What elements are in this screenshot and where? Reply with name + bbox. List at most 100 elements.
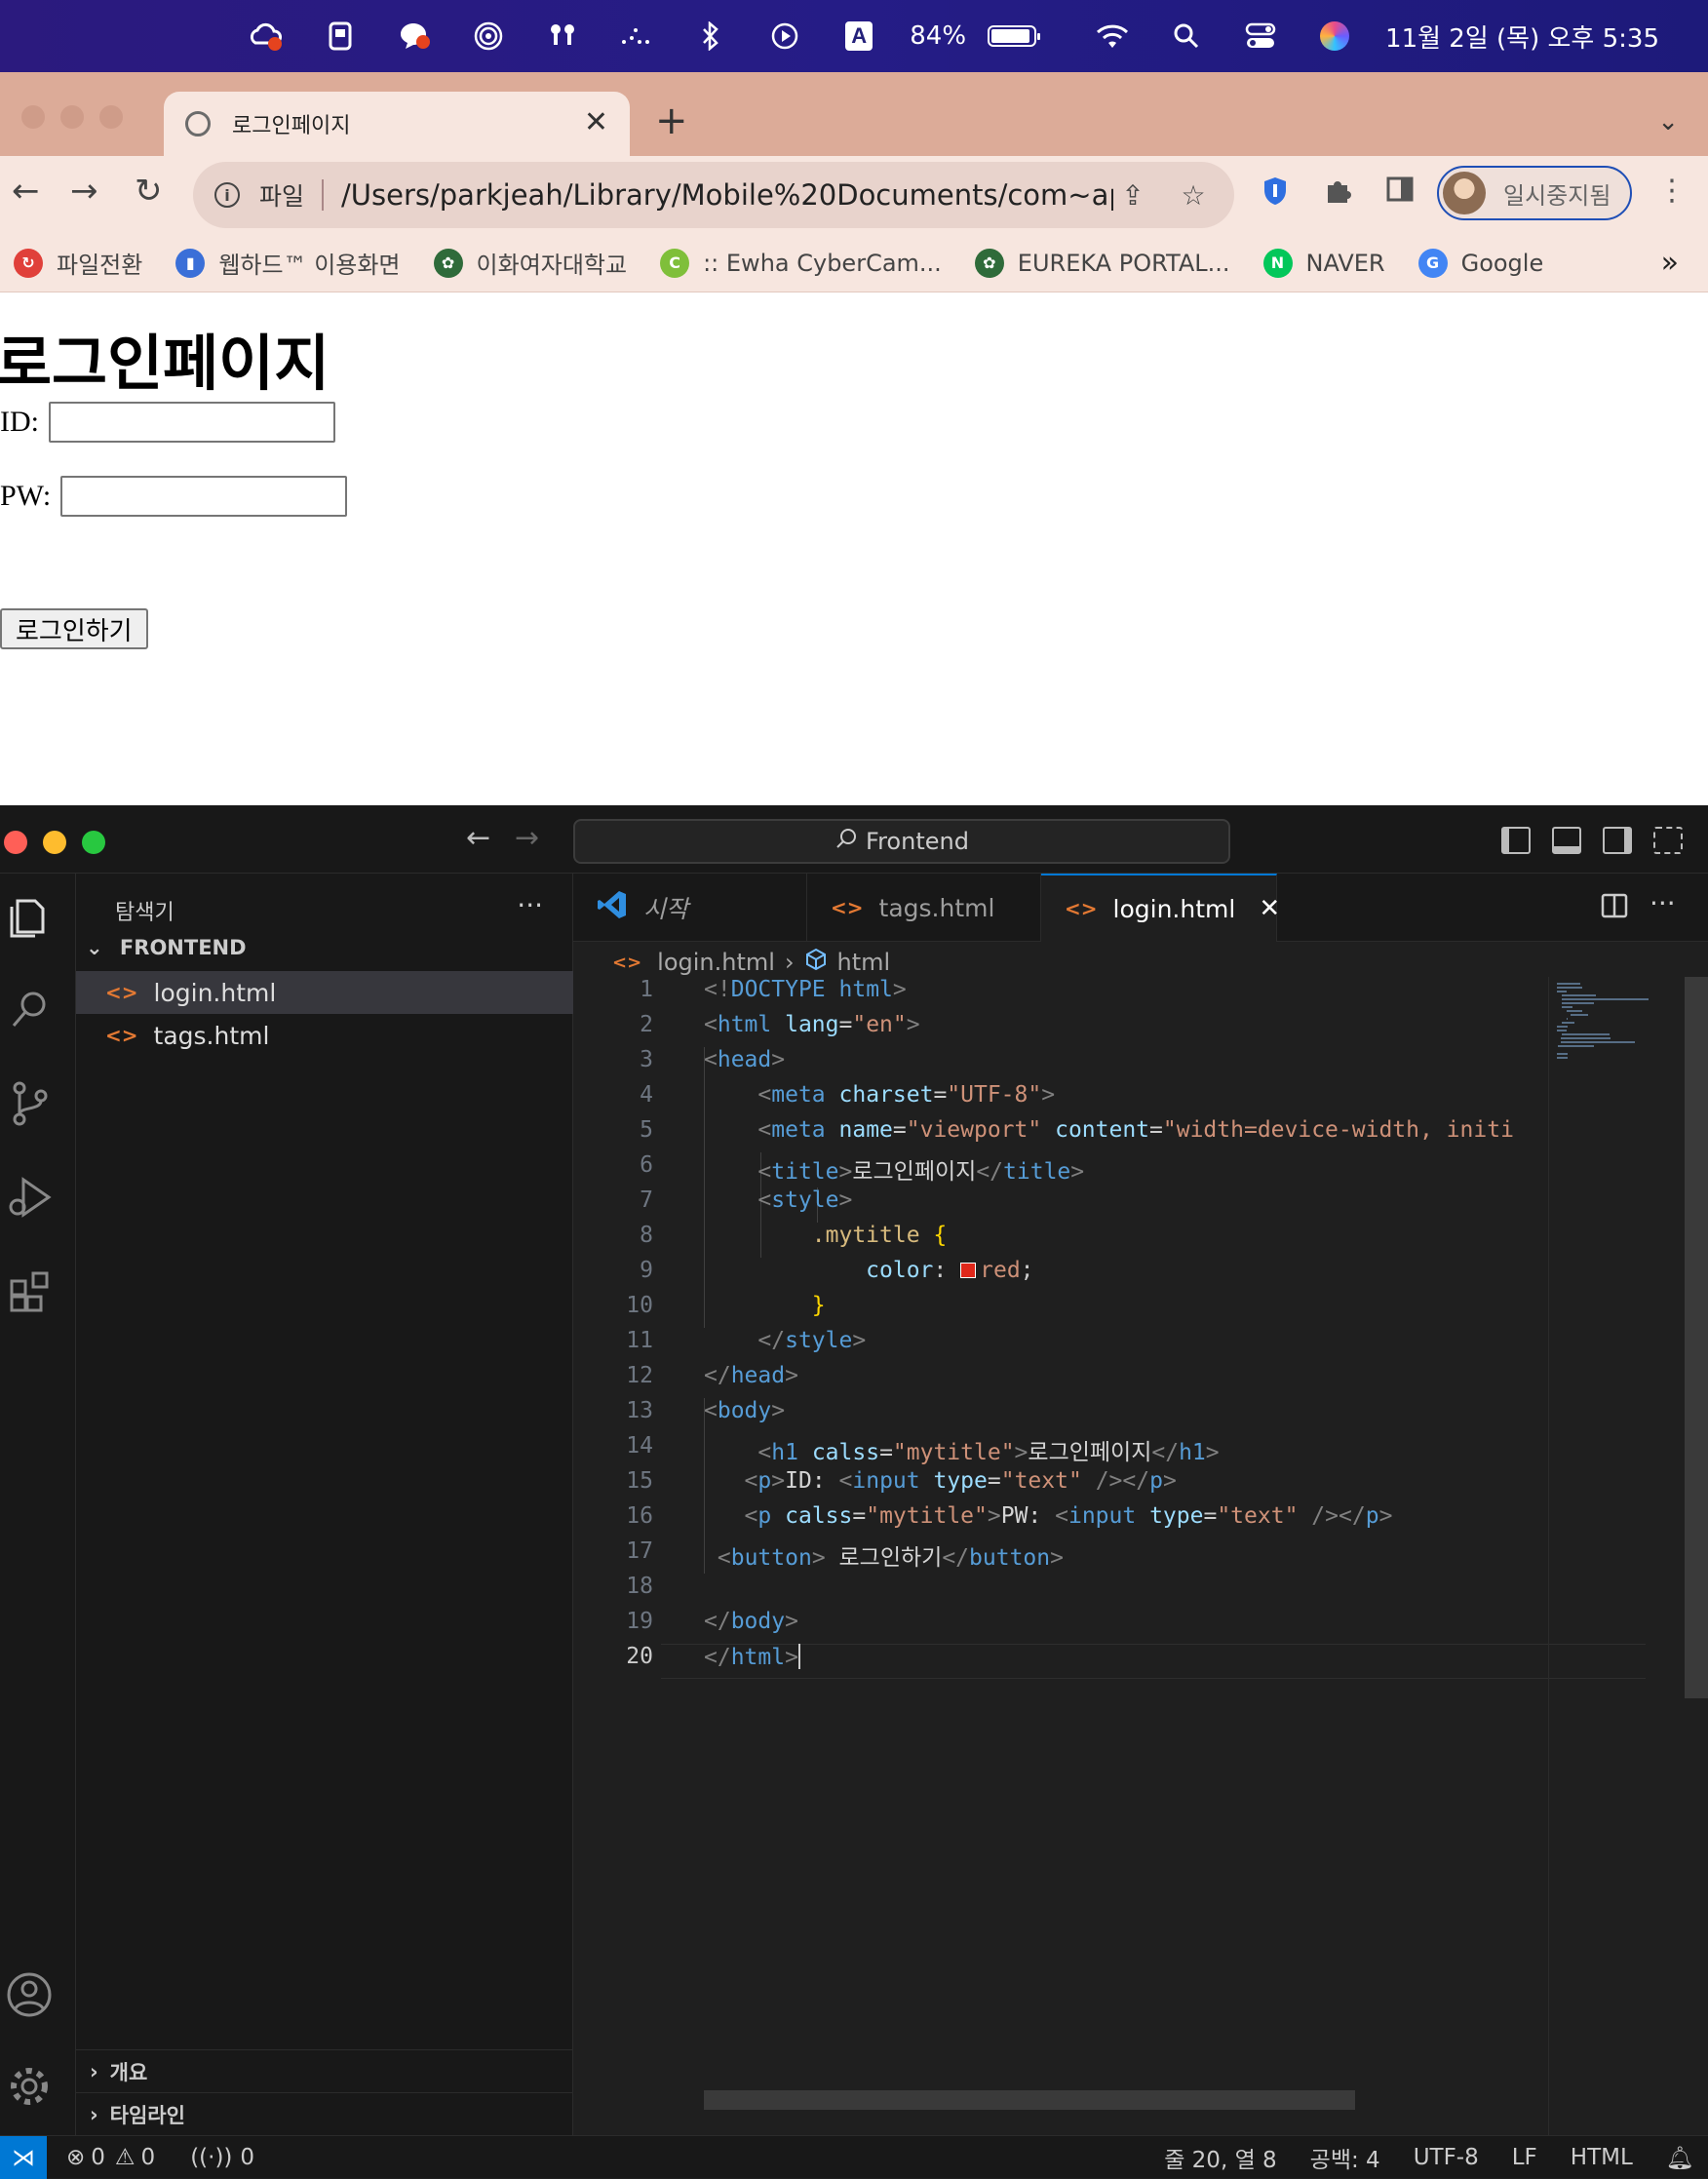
minimap[interactable] xyxy=(1548,977,1685,2135)
accounts-icon[interactable] xyxy=(0,1965,58,2024)
cursor-position[interactable]: 줄 20, 열 8 xyxy=(1164,2141,1276,2174)
command-center-search[interactable]: Frontend xyxy=(573,819,1230,864)
bookmarks-overflow-button[interactable]: » xyxy=(1661,246,1679,280)
login-button[interactable]: 로그인하기 xyxy=(0,608,148,649)
bookmark-item[interactable]: ↻ 파일전환 xyxy=(14,246,142,280)
run-debug-icon[interactable] xyxy=(0,1168,58,1226)
manage-gear-icon[interactable] xyxy=(0,2057,58,2116)
timeline-section[interactable]: › 타임라인 xyxy=(76,2092,573,2135)
bookmark-item[interactable]: ✿ 이화여자대학교 xyxy=(433,246,627,280)
customize-layout-icon[interactable] xyxy=(1653,827,1683,854)
webhard-icon: ▮ xyxy=(175,248,206,278)
source-control-icon[interactable] xyxy=(0,1074,58,1133)
bookmark-item[interactable]: C:: Ewha CyberCam... xyxy=(660,248,942,278)
tab-close-icon[interactable]: ✕ xyxy=(584,105,608,139)
scrollbar-thumb[interactable] xyxy=(1685,977,1708,1698)
tab-search-chevron-icon[interactable]: ⌄ xyxy=(1657,107,1679,136)
spotlight-icon[interactable] xyxy=(1169,19,1204,54)
split-editor-icon[interactable] xyxy=(1601,893,1628,922)
browser-tab-active[interactable]: 로그인페이지 ✕ xyxy=(164,92,630,156)
toggle-primary-sidebar-icon[interactable] xyxy=(1501,827,1531,854)
vscode-title-bar: ← → Frontend xyxy=(0,805,1708,874)
remote-indicator-icon[interactable]: ⋊ xyxy=(0,2135,47,2179)
play-icon[interactable] xyxy=(767,19,802,54)
window-close-button[interactable] xyxy=(21,105,45,129)
new-tab-button[interactable]: + xyxy=(655,101,688,140)
line-number: 13 xyxy=(626,1398,653,1423)
explorer-title: 탐색기 xyxy=(115,901,175,925)
vscode-forward-icon[interactable]: → xyxy=(515,821,539,855)
side-panel-icon[interactable] xyxy=(1386,175,1414,210)
problems-indicator[interactable]: ⊗ 0 ⚠ 0 xyxy=(66,2145,155,2170)
breadcrumb-symbol[interactable]: html xyxy=(837,949,891,976)
battery-level xyxy=(991,29,1029,43)
bookmark-item[interactable]: G Google xyxy=(1417,248,1543,278)
window-minimize-button[interactable] xyxy=(60,105,84,129)
forward-arrow-icon[interactable]: → xyxy=(70,172,98,211)
editor-more-actions-icon[interactable]: ··· xyxy=(1650,887,1676,919)
battery-icon[interactable] xyxy=(988,25,1041,47)
airpods-icon[interactable] xyxy=(545,19,580,54)
reload-icon[interactable]: ↻ xyxy=(135,172,163,211)
outline-section[interactable]: › 개요 xyxy=(76,2049,573,2092)
notifications-bell-icon[interactable]: 🔔︎ xyxy=(1666,2145,1694,2171)
ports-indicator[interactable]: ((·)) 0 xyxy=(190,2145,254,2170)
window-zoom-button[interactable] xyxy=(99,105,123,129)
bookmark-item[interactable]: ✿ EUREKA PORTAL... xyxy=(974,248,1230,278)
vscode-close-button[interactable] xyxy=(4,831,27,854)
search-icon[interactable] xyxy=(0,981,58,1039)
breadcrumb-file[interactable]: login.html xyxy=(657,949,775,976)
vscode-back-icon[interactable]: ← xyxy=(466,821,490,855)
input-source-icon[interactable]: A xyxy=(841,19,876,54)
vscode-zoom-button[interactable] xyxy=(82,831,105,854)
toggle-panel-icon[interactable] xyxy=(1552,827,1581,854)
tab-welcome[interactable]: 시작 xyxy=(573,874,807,942)
workspace-folder[interactable]: ⌄ FRONTEND xyxy=(86,936,247,959)
vertical-scrollbar[interactable] xyxy=(1685,977,1708,2135)
menu-clock[interactable]: 11월 2일 (목) 오후 5:35 xyxy=(1385,19,1659,55)
encoding[interactable]: UTF-8 xyxy=(1414,2145,1479,2170)
clipboard-icon[interactable] xyxy=(323,19,358,54)
profile-button[interactable]: 일시중지됨 xyxy=(1437,166,1632,220)
messenger-icon[interactable] xyxy=(397,19,432,54)
explorer-more-actions-icon[interactable]: ··· xyxy=(517,889,543,921)
vscode-minimize-button[interactable] xyxy=(43,831,66,854)
airdrop-icon[interactable] xyxy=(471,19,506,54)
minimap-line xyxy=(1561,1002,1595,1004)
explorer-icon[interactable] xyxy=(0,887,58,946)
back-arrow-icon[interactable]: ← xyxy=(12,172,40,211)
minimap-line xyxy=(1560,1037,1611,1039)
id-input[interactable] xyxy=(49,402,335,443)
explorer-file-login[interactable]: <> login.html xyxy=(76,971,573,1014)
dots-icon[interactable] xyxy=(619,19,654,54)
wifi-icon[interactable] xyxy=(1095,19,1130,54)
address-bar[interactable]: i 파일 /Users/parkjeah/Library/Mobile%20Do… xyxy=(193,162,1234,228)
bookmark-item[interactable]: ▮ 웹하드™ 이용화면 xyxy=(175,246,401,280)
minimap-line xyxy=(1561,1006,1572,1008)
horizontal-scrollbar[interactable] xyxy=(704,2090,1355,2110)
site-info-icon[interactable]: i xyxy=(214,182,240,208)
extensions-puzzle-icon[interactable] xyxy=(1324,175,1353,213)
pw-input[interactable] xyxy=(60,476,348,517)
indentation[interactable]: 공백: 4 xyxy=(1310,2141,1380,2174)
tab-tags-html[interactable]: <> tags.html xyxy=(807,874,1041,942)
address-url[interactable]: /Users/parkjeah/Library/Mobile%20Documen… xyxy=(341,178,1113,212)
creative-cloud-icon[interactable] xyxy=(249,19,284,54)
tab-close-icon[interactable]: ✕ xyxy=(1259,894,1280,923)
tab-login-html[interactable]: <> login.html ✕ xyxy=(1041,874,1280,942)
share-icon[interactable]: ⇪ xyxy=(1113,179,1152,212)
end-of-line[interactable]: LF xyxy=(1512,2145,1537,2170)
bookmark-item[interactable]: N NAVER xyxy=(1262,248,1385,278)
shield-extension-icon[interactable] xyxy=(1262,175,1289,214)
battery-percent: 84% xyxy=(910,21,967,51)
browser-menu-icon[interactable]: ⋮ xyxy=(1657,174,1687,208)
toggle-secondary-sidebar-icon[interactable] xyxy=(1603,827,1632,854)
bluetooth-icon[interactable] xyxy=(693,19,728,54)
language-mode[interactable]: HTML xyxy=(1571,2145,1633,2170)
explorer-file-tags[interactable]: <> tags.html xyxy=(76,1014,573,1057)
bookmark-star-icon[interactable]: ☆ xyxy=(1174,179,1213,212)
siri-icon[interactable] xyxy=(1317,19,1352,54)
id-row: ID: xyxy=(0,402,335,443)
extensions-icon[interactable] xyxy=(0,1262,58,1320)
control-center-icon[interactable] xyxy=(1243,19,1278,54)
